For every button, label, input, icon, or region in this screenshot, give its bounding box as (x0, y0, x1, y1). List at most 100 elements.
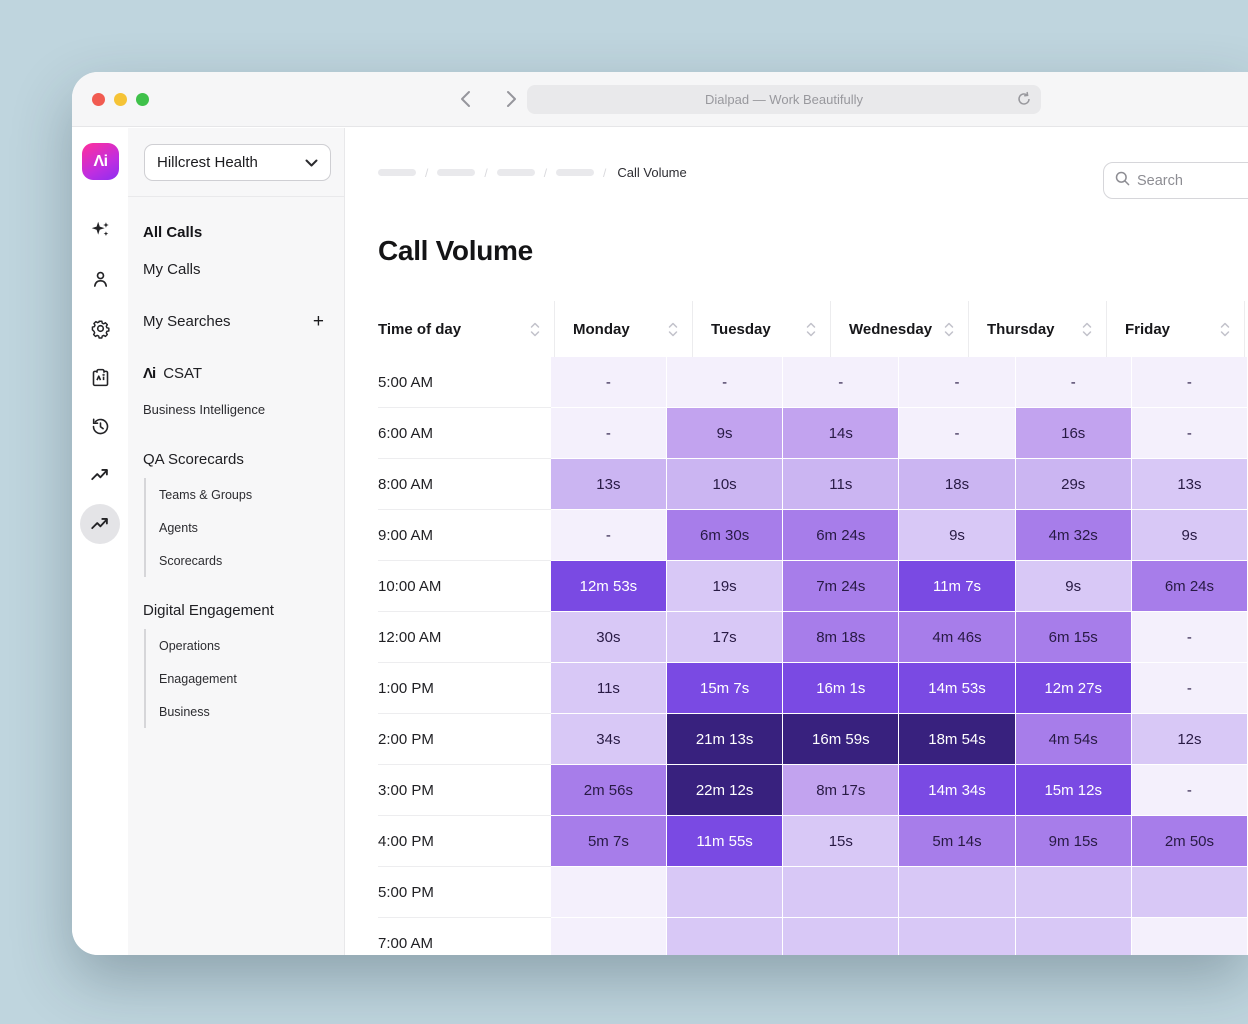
column-header-friday[interactable]: Friday (1107, 301, 1245, 357)
back-button[interactable] (452, 86, 478, 112)
heatmap-cell[interactable]: 6m 24s (783, 510, 899, 561)
heatmap-cell[interactable] (783, 867, 899, 918)
sidebar-item-operations[interactable]: Operations (146, 629, 344, 662)
sidebar-item-agents[interactable]: Agents (146, 511, 344, 544)
heatmap-cell[interactable]: 21m 13s (667, 714, 783, 765)
add-search-button[interactable]: + (313, 311, 344, 333)
heatmap-cell[interactable]: 10s (667, 459, 783, 510)
heatmap-cell[interactable] (899, 867, 1015, 918)
heatmap-cell[interactable]: 11m 7s (899, 561, 1015, 612)
heatmap-cell[interactable]: 29s (1016, 459, 1132, 510)
heatmap-cell[interactable] (899, 918, 1015, 955)
heatmap-cell[interactable]: 15m 12s (1016, 765, 1132, 816)
sidebar-item-my-searches[interactable]: My Searches+ (128, 303, 344, 340)
heatmap-cell[interactable]: - (1132, 357, 1248, 408)
heatmap-cell[interactable]: 34s (551, 714, 667, 765)
rail-button-settings[interactable] (80, 308, 120, 348)
dialpad-ai-logo[interactable]: Λi (82, 143, 119, 180)
heatmap-cell[interactable]: 6m 24s (1132, 561, 1248, 612)
sidebar-item-enagagement[interactable]: Enagagement (146, 662, 344, 695)
org-switcher-dropdown[interactable]: Hillcrest Health (144, 144, 331, 181)
heatmap-cell[interactable]: 9s (899, 510, 1015, 561)
heatmap-cell[interactable]: 19s (667, 561, 783, 612)
column-header-wednesday[interactable]: Wednesday (831, 301, 969, 357)
sidebar-item-scorecards[interactable]: Scorecards (146, 544, 344, 577)
forward-button[interactable] (498, 86, 524, 112)
sort-icon[interactable] (806, 322, 816, 337)
sort-icon[interactable] (1082, 322, 1092, 337)
heatmap-cell[interactable]: 6m 15s (1016, 612, 1132, 663)
sidebar-item-teams-groups[interactable]: Teams & Groups (146, 478, 344, 511)
heatmap-cell[interactable]: 8m 17s (783, 765, 899, 816)
minimize-button[interactable] (114, 93, 127, 106)
heatmap-cell[interactable]: 11m 55s (667, 816, 783, 867)
heatmap-cell[interactable]: 4m 46s (899, 612, 1015, 663)
heatmap-cell[interactable]: - (1132, 765, 1248, 816)
close-button[interactable] (92, 93, 105, 106)
heatmap-cell[interactable]: 15s (783, 816, 899, 867)
heatmap-cell[interactable]: 12s (1132, 714, 1248, 765)
heatmap-cell[interactable]: 9s (667, 408, 783, 459)
heatmap-cell[interactable]: - (899, 408, 1015, 459)
rail-button-analytics-active[interactable] (80, 504, 120, 544)
rail-button-contacts[interactable] (80, 259, 120, 299)
heatmap-cell[interactable]: 11s (783, 459, 899, 510)
heatmap-cell[interactable]: 4m 32s (1016, 510, 1132, 561)
rail-button-history[interactable] (80, 406, 120, 446)
heatmap-cell[interactable]: 5m 14s (899, 816, 1015, 867)
heatmap-cell[interactable]: 17s (667, 612, 783, 663)
heatmap-cell[interactable]: - (1016, 357, 1132, 408)
heatmap-cell[interactable]: - (1132, 663, 1248, 714)
heatmap-cell[interactable]: 13s (1132, 459, 1248, 510)
heatmap-cell[interactable]: 18s (899, 459, 1015, 510)
heatmap-cell[interactable]: - (551, 357, 667, 408)
heatmap-cell[interactable]: - (667, 357, 783, 408)
heatmap-cell[interactable]: 2m 56s (551, 765, 667, 816)
column-header-monday[interactable]: Monday (555, 301, 693, 357)
heatmap-cell[interactable] (551, 918, 667, 955)
heatmap-cell[interactable]: 12m 27s (1016, 663, 1132, 714)
heatmap-cell[interactable]: - (783, 357, 899, 408)
sidebar-item-business[interactable]: Business (146, 695, 344, 728)
heatmap-cell[interactable]: 18m 54s (899, 714, 1015, 765)
sort-icon[interactable] (1220, 322, 1230, 337)
heatmap-cell[interactable]: 5m 7s (551, 816, 667, 867)
heatmap-cell[interactable]: 6m 30s (667, 510, 783, 561)
search-input[interactable] (1137, 173, 1248, 189)
sidebar-item-all-calls[interactable]: All Calls (128, 214, 344, 251)
heatmap-cell[interactable]: 14s (783, 408, 899, 459)
heatmap-cell[interactable]: 30s (551, 612, 667, 663)
heatmap-cell[interactable] (551, 867, 667, 918)
address-bar[interactable]: Dialpad — Work Beautifully (527, 85, 1041, 114)
rail-button-assist[interactable] (80, 210, 120, 250)
sidebar-item-csat[interactable]: ΛiCSAT (128, 355, 344, 392)
column-header-time-of-day[interactable]: Time of day (378, 301, 555, 357)
heatmap-cell[interactable]: 16s (1016, 408, 1132, 459)
rail-button-playbooks[interactable] (80, 357, 120, 397)
heatmap-cell[interactable]: 9s (1132, 510, 1248, 561)
heatmap-cell[interactable]: 11s (551, 663, 667, 714)
sort-icon[interactable] (668, 322, 678, 337)
heatmap-cell[interactable]: 16m 1s (783, 663, 899, 714)
heatmap-cell[interactable]: 9s (1016, 561, 1132, 612)
sidebar-item-business-intelligence[interactable]: Business Intelligence (128, 392, 344, 426)
heatmap-cell[interactable] (1016, 867, 1132, 918)
search-box[interactable] (1103, 162, 1248, 199)
heatmap-cell[interactable] (667, 867, 783, 918)
rail-button-analytics[interactable] (80, 455, 120, 495)
heatmap-cell[interactable]: - (551, 510, 667, 561)
heatmap-cell[interactable] (1132, 918, 1248, 955)
column-header-thursday[interactable]: Thursday (969, 301, 1107, 357)
heatmap-cell[interactable]: 12m 53s (551, 561, 667, 612)
heatmap-cell[interactable]: 14m 34s (899, 765, 1015, 816)
sort-icon[interactable] (944, 322, 954, 337)
column-header-tuesday[interactable]: Tuesday (693, 301, 831, 357)
heatmap-cell[interactable] (783, 918, 899, 955)
heatmap-cell[interactable]: 8m 18s (783, 612, 899, 663)
heatmap-cell[interactable] (1016, 918, 1132, 955)
heatmap-cell[interactable]: 16m 59s (783, 714, 899, 765)
sidebar-item-my-calls[interactable]: My Calls (128, 251, 344, 288)
heatmap-cell[interactable]: 22m 12s (667, 765, 783, 816)
heatmap-cell[interactable]: 9m 15s (1016, 816, 1132, 867)
heatmap-cell[interactable]: - (899, 357, 1015, 408)
